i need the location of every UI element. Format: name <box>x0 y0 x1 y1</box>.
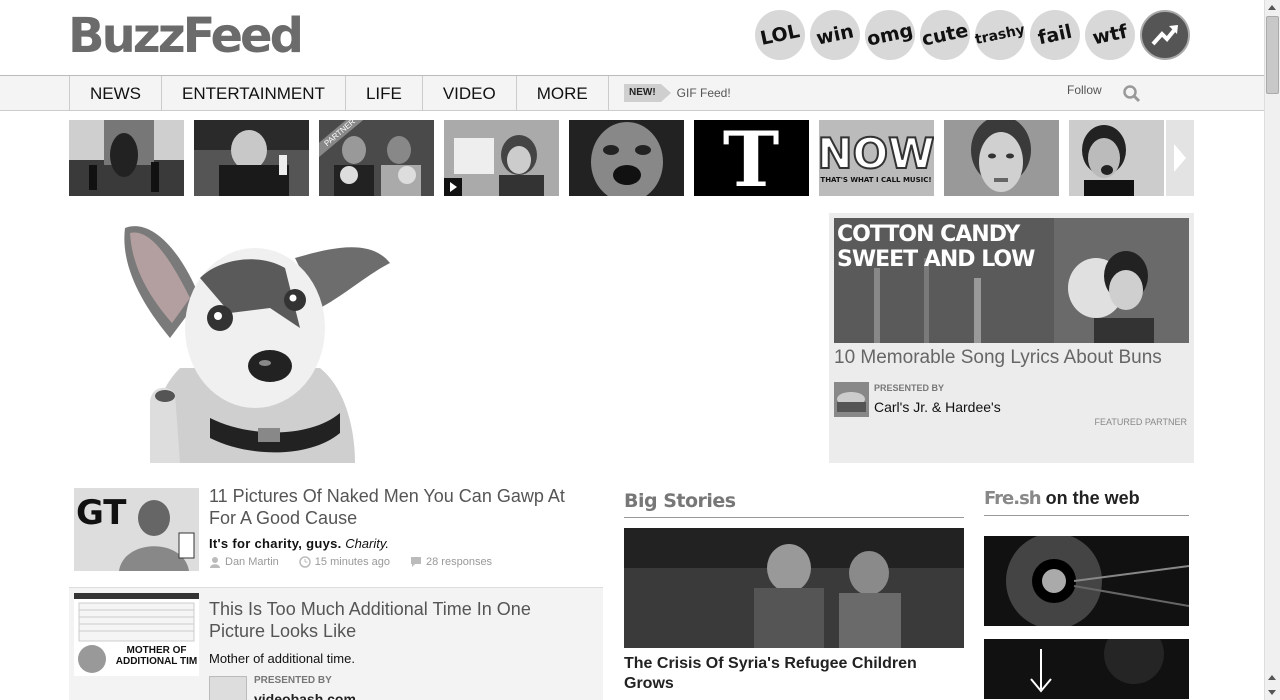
new-label: NEW! <box>624 84 661 102</box>
thumb-bar-photo[interactable] <box>194 120 309 196</box>
featured-cotton-candy-image[interactable]: COTTON CANDY SWEET AND LOW <box>834 218 1189 343</box>
big-story-image[interactable] <box>624 528 964 648</box>
clock-icon <box>299 556 311 568</box>
fresh-logo[interactable]: Fre.sh <box>984 488 1042 509</box>
scroll-down-arrow-icon[interactable] <box>1265 685 1280 700</box>
new-arrow-icon <box>660 84 671 102</box>
scrollbar-thumb[interactable] <box>1266 16 1279 94</box>
thumb-certificate-video[interactable] <box>444 120 559 196</box>
site-header: BuzzFeed LOL win omg cute trashy fail wt… <box>0 0 1264 76</box>
fresh-heading: Fre.sh on the web <box>984 488 1189 516</box>
presented-by-label: PRESENTED BY <box>254 675 332 686</box>
article-thumbnail[interactable]: GT <box>74 488 199 571</box>
nav-item-entertainment[interactable]: ENTERTAINMENT <box>161 76 345 110</box>
thumbnail-strip: PARTNER T NOW THAT'S WHAT I CALL MUSIC! <box>69 120 1164 196</box>
play-icon[interactable] <box>444 178 462 196</box>
article-item: GT 11 Pictures Of Naked Men You Can Gawp… <box>69 483 603 583</box>
gif-feed-link[interactable]: GIF Feed! <box>677 86 731 100</box>
meme-caption: MOTHER OF ADDITIONAL TIM <box>115 645 198 667</box>
user-icon <box>210 557 220 568</box>
presented-by-label: PRESENTED BY <box>874 383 945 393</box>
thumb-nyt-logo[interactable]: T <box>694 120 809 196</box>
follow-link[interactable]: Follow <box>1067 83 1102 97</box>
gt-text: GT <box>76 493 127 533</box>
featured-title-link[interactable]: 10 Memorable Song Lyrics About Buns <box>834 347 1162 369</box>
lol-badge-icon[interactable]: LOL <box>750 5 810 65</box>
badge-bar: LOL win omg cute trashy fail wtf <box>750 5 1190 65</box>
now-subtext: THAT'S WHAT I CALL MUSIC! <box>820 176 931 184</box>
strip-next-arrow-icon[interactable] <box>1166 120 1194 196</box>
article-subtitle: It's for charity, guys. Charity. <box>209 536 389 551</box>
scroll-up-arrow-icon[interactable] <box>1265 0 1280 15</box>
search-icon[interactable] <box>1122 84 1142 104</box>
article-subtitle: Mother of additional time. <box>209 651 355 666</box>
big-stories-heading[interactable]: Big Stories <box>624 490 964 518</box>
buzzfeed-logo[interactable]: BuzzFeed <box>68 10 304 62</box>
scroll-up-small-arrow-icon[interactable] <box>1265 670 1280 685</box>
omg-badge-icon[interactable]: omg <box>860 5 920 65</box>
subtitle-bold: It's for charity, guys. <box>209 536 342 551</box>
article-thumbnail[interactable]: MOTHER OF ADDITIONAL TIM <box>74 593 199 676</box>
time-ago: 15 minutes ago <box>314 556 391 568</box>
nav-item-life[interactable]: LIFE <box>344 76 422 110</box>
article-meta: Dan Martin 15 minutes ago 28 responses <box>209 556 492 568</box>
fresh-section: Fre.sh on the web <box>984 488 1189 699</box>
thumb-now-album[interactable]: NOW THAT'S WHAT I CALL MUSIC! <box>819 120 934 196</box>
author-link[interactable]: Dan Martin <box>225 556 279 568</box>
responses-link[interactable]: 28 responses <box>426 556 492 568</box>
overlay-line-1: COTTON CANDY <box>837 222 1020 247</box>
thumb-screaming-photo[interactable] <box>1069 120 1164 196</box>
featured-overlay-text: COTTON CANDY SWEET AND LOW <box>837 222 1035 272</box>
sponsor-name-link[interactable]: videobash.com <box>254 691 356 700</box>
fresh-solar-image[interactable] <box>984 536 1189 626</box>
new-badge: NEW! GIF Feed! <box>624 84 731 102</box>
thumb-actress-photo[interactable] <box>944 120 1059 196</box>
main-nav: NEWS ENTERTAINMENT LIFE VIDEO MORE NEW! … <box>0 75 1264 111</box>
nav-item-news[interactable]: NEWS <box>69 76 161 110</box>
fresh-title: on the web <box>1045 488 1140 508</box>
article-title-link[interactable]: This Is Too Much Additional Time In One … <box>209 598 589 642</box>
trending-arrow-icon[interactable] <box>1140 10 1190 60</box>
hero-dog-image[interactable] <box>110 218 400 463</box>
now-text: NOW <box>819 129 934 178</box>
fail-badge-icon[interactable]: fail <box>1025 5 1085 65</box>
fresh-arrow-image[interactable] <box>984 639 1189 699</box>
subtitle-italic: Charity. <box>345 536 390 551</box>
article-item-sponsored: MOTHER OF ADDITIONAL TIM This Is Too Muc… <box>69 587 603 700</box>
sponsor-logo[interactable] <box>834 382 869 417</box>
nav-item-video[interactable]: VIDEO <box>421 76 516 110</box>
article-title-link[interactable]: 11 Pictures Of Naked Men You Can Gawp At… <box>209 485 589 529</box>
thumb-partner-photo[interactable]: PARTNER <box>319 120 434 196</box>
featured-partner-label: FEATURED PARTNER <box>1094 417 1187 427</box>
trashy-badge-icon[interactable]: trashy <box>970 5 1030 65</box>
comment-icon <box>411 557 422 567</box>
cute-badge-icon[interactable]: cute <box>915 5 975 65</box>
page-scrollbar[interactable] <box>1264 0 1280 700</box>
wtf-badge-icon[interactable]: wtf <box>1080 5 1140 65</box>
nav-items: NEWS ENTERTAINMENT LIFE VIDEO MORE <box>69 76 609 110</box>
featured-partner-box: COTTON CANDY SWEET AND LOW 10 Memorable … <box>829 213 1194 463</box>
big-stories-section: Big Stories The Crisis Of Syria's Refuge… <box>624 490 964 694</box>
thumb-statue-photo[interactable] <box>69 120 184 196</box>
big-story-title-link[interactable]: The Crisis Of Syria's Refugee Children G… <box>624 654 964 694</box>
videobash-logo[interactable] <box>209 676 247 700</box>
nav-item-more[interactable]: MORE <box>515 76 609 110</box>
sponsor-name-link[interactable]: Carl's Jr. & Hardee's <box>874 399 1001 415</box>
thumb-face-photo[interactable] <box>569 120 684 196</box>
overlay-line-2: SWEET AND LOW <box>837 247 1035 272</box>
win-badge-icon[interactable]: win <box>805 5 865 65</box>
nyt-letter: T <box>723 120 780 196</box>
